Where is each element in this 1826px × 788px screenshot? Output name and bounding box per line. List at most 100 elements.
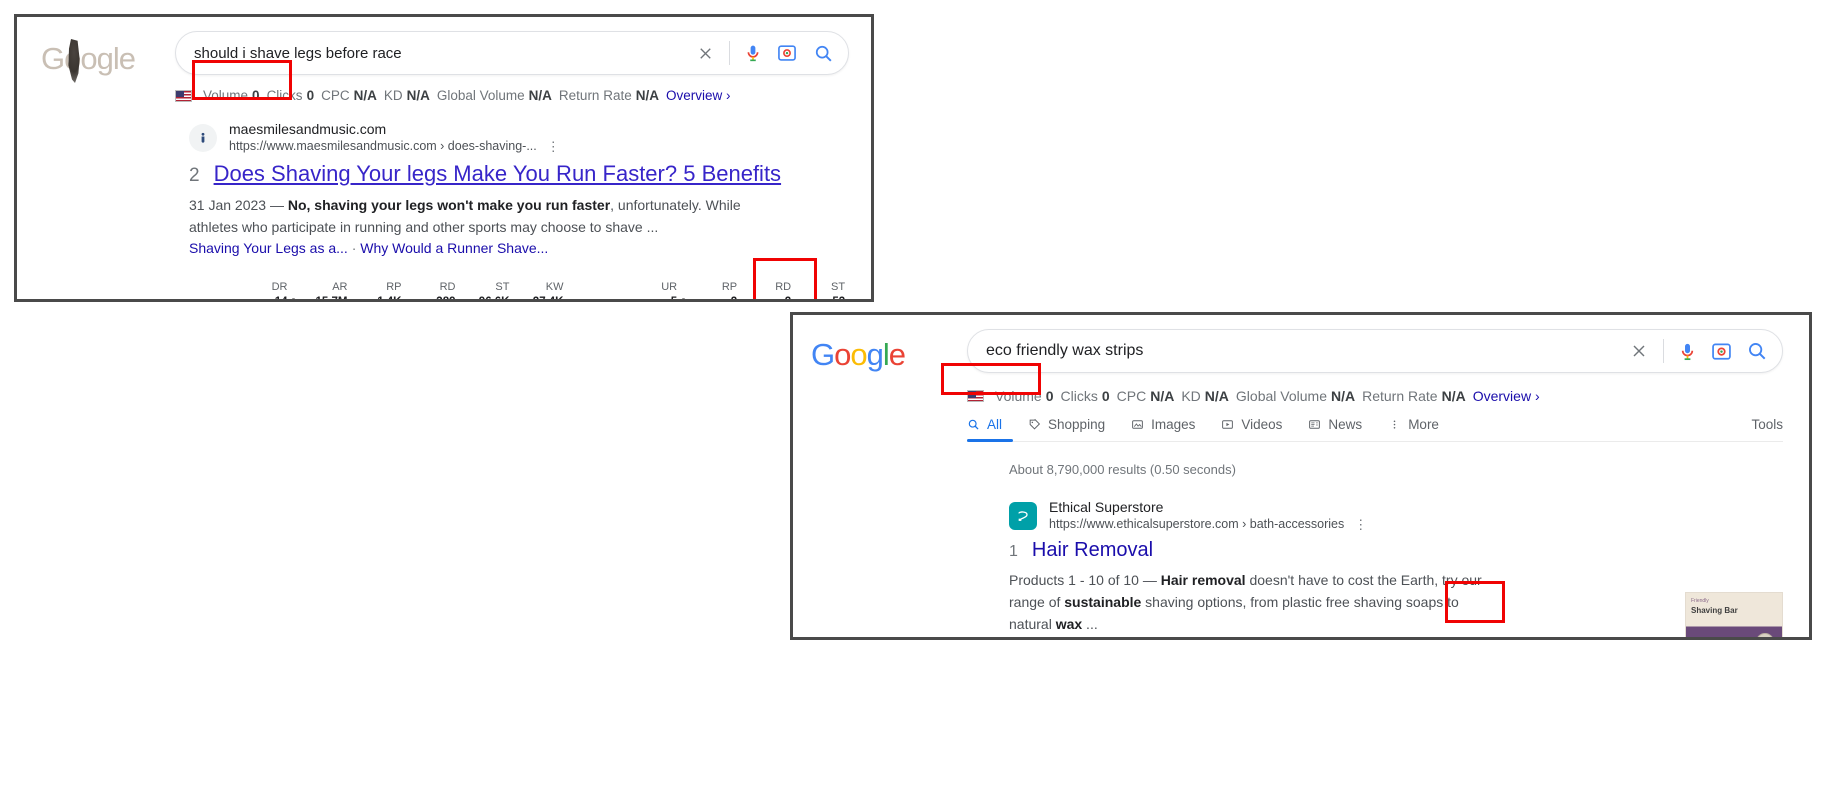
search-input[interactable]: eco friendly wax strips: [986, 342, 1625, 360]
tab-videos[interactable]: Videos: [1221, 417, 1282, 432]
tab-shopping[interactable]: Shopping: [1028, 417, 1105, 432]
site-name: Ethical Superstore: [1049, 499, 1164, 515]
thumbnail-brand: Friendly: [1691, 598, 1709, 604]
search-box[interactable]: eco friendly wax strips: [967, 329, 1783, 373]
seo-cell-page-kw[interactable]: KW 288: [857, 280, 871, 299]
result-title-row: 2 Does Shaving Your legs Make You Run Fa…: [189, 161, 871, 187]
snippet-bold-3: wax: [1055, 616, 1083, 633]
tab-news[interactable]: News: [1308, 417, 1362, 432]
favicon-icon: [1009, 501, 1037, 530]
seo-value: 53: [832, 295, 845, 299]
seo-cell-website-rd[interactable]: RD 389: [413, 280, 455, 299]
metric-volume[interactable]: Volume 0: [995, 388, 1054, 404]
site-url[interactable]: https://www.ethicalsuperstore.com › bath…: [1049, 517, 1344, 533]
result-title-row: 1 Hair Removal: [1009, 539, 1809, 562]
tab-label: News: [1328, 417, 1363, 432]
google-lens-icon[interactable]: [1708, 338, 1734, 364]
search-icon[interactable]: [810, 40, 836, 66]
site-url-row: https://www.ethicalsuperstore.com › bath…: [1049, 517, 1368, 533]
seo-footer-row: WEBSITE DR 14 AR 15.7M RP 1.4K: [189, 280, 871, 299]
tab-label: All: [987, 417, 1003, 432]
seo-cell-website-dr[interactable]: DR 14: [245, 280, 296, 299]
seo-value: 27.4K: [533, 295, 564, 299]
metric-cpc[interactable]: CPC N/A: [321, 88, 377, 103]
seo-key: DR: [271, 281, 288, 294]
metric-global-volume[interactable]: Global Volume N/A: [1236, 388, 1355, 404]
us-flag-icon: [967, 390, 985, 402]
clear-icon[interactable]: [1625, 337, 1653, 365]
result-title-link[interactable]: Hair Removal: [1032, 539, 1153, 562]
search-tabs: All Shopping Images Videos News More Too…: [967, 417, 1783, 442]
seo-strength-bar: [682, 298, 686, 299]
metric-return-rate[interactable]: Return Rate N/A: [1362, 388, 1466, 404]
sitelink-2[interactable]: Why Would a Runner Shave...: [360, 240, 548, 256]
result-title-link[interactable]: Does Shaving Your legs Make You Run Fast…: [214, 161, 781, 187]
tab-images[interactable]: Images: [1131, 417, 1195, 432]
metric-value: 0: [306, 88, 315, 103]
tab-label: Shopping: [1048, 417, 1106, 432]
metric-label: Global Volume: [1235, 388, 1327, 404]
tab-label: Images: [1151, 417, 1196, 432]
search-box[interactable]: should i shave legs before race: [175, 31, 849, 75]
seo-page-group: PAGE UR 5 RP 2 RD 2 ST: [597, 280, 871, 299]
tools-button[interactable]: Tools: [1751, 417, 1783, 432]
metric-kd[interactable]: KD N/A: [384, 88, 430, 103]
microphone-icon[interactable]: [740, 40, 766, 66]
seo-cell-page-rp[interactable]: RP 2: [695, 280, 738, 299]
google-lens-icon[interactable]: [774, 40, 800, 66]
metric-global-volume[interactable]: Global Volume N/A: [437, 88, 552, 103]
seo-key: KW: [545, 281, 564, 294]
site-name: maesmilesandmusic.com: [229, 121, 387, 137]
overview-link[interactable]: Overview ›: [1473, 388, 1540, 404]
search-input[interactable]: should i shave legs before race: [194, 45, 691, 62]
magnifier-icon: [967, 418, 981, 432]
overview-link[interactable]: Overview ›: [666, 88, 731, 103]
seo-key: UR: [661, 281, 678, 294]
seo-cell-website-ar[interactable]: AR 15.7M: [305, 280, 348, 299]
metric-clicks[interactable]: Clicks 0: [1061, 388, 1110, 404]
search-icon[interactable]: [1744, 338, 1770, 364]
snippet-tail: ...: [1082, 616, 1098, 633]
kebab-menu-icon[interactable]: ⋮: [547, 140, 561, 153]
seo-cell-website-rp[interactable]: RP 1.4K: [359, 280, 402, 299]
seo-key: AR: [332, 281, 348, 294]
seo-key: RP: [721, 281, 738, 294]
seo-cell-website-st[interactable]: ST 96.6K: [467, 280, 510, 299]
metric-value: 0: [1045, 388, 1054, 404]
metric-value: 0: [252, 88, 260, 103]
metric-cpc[interactable]: CPC N/A: [1117, 388, 1175, 404]
seo-cell-page-rd[interactable]: RD 2: [749, 280, 791, 299]
kebab-menu-icon[interactable]: ⋮: [1354, 518, 1368, 531]
seo-key: ST: [495, 281, 510, 294]
sitelink-separator: ·: [351, 240, 361, 257]
sitelink-1[interactable]: Shaving Your Legs as a...: [189, 240, 348, 256]
metric-clicks[interactable]: Clicks 0: [267, 88, 315, 103]
snippet-date: 31 Jan 2023 —: [189, 197, 288, 214]
seo-cell-page-ur[interactable]: UR 5: [635, 280, 686, 299]
metric-return-rate[interactable]: Return Rate N/A: [559, 88, 659, 103]
favicon-icon: [189, 123, 217, 152]
microphone-icon[interactable]: [1674, 338, 1700, 364]
result-snippet: Products 1 - 10 of 10 — Hair removal doe…: [1009, 569, 1499, 635]
tab-more[interactable]: More: [1388, 417, 1439, 432]
metric-kd[interactable]: KD N/A: [1181, 388, 1229, 404]
site-url[interactable]: https://www.maesmilesandmusic.com › does…: [229, 139, 537, 155]
metric-value: N/A: [1150, 388, 1175, 404]
metric-value: 0: [1101, 388, 1110, 404]
seo-key: RP: [386, 281, 402, 294]
snippet-bold-1: Hair removal: [1160, 572, 1246, 589]
result-thumbnail[interactable]: Friendly Shaving Bar natural · plastic f…: [1685, 592, 1783, 637]
snippet-bold-2: sustainable: [1064, 594, 1142, 611]
serp-header: Google eco friendly wax strips Volume 0 …: [793, 315, 1809, 442]
site-url-row: https://www.maesmilesandmusic.com › does…: [229, 139, 561, 155]
search-results: maesmilesandmusic.com https://www.maesmi…: [17, 103, 871, 299]
divider: [1663, 339, 1664, 363]
metric-volume[interactable]: Volume 0: [203, 88, 260, 103]
us-flag-icon: [175, 89, 193, 102]
seo-value: 14: [275, 295, 288, 299]
seo-cell-page-st[interactable]: ST 53: [803, 280, 845, 299]
seo-cell-website-kw[interactable]: KW 27.4K: [521, 280, 564, 299]
clear-icon[interactable]: [691, 39, 719, 67]
tab-all[interactable]: All: [967, 417, 1002, 432]
google-logo-text: Google: [811, 337, 906, 372]
